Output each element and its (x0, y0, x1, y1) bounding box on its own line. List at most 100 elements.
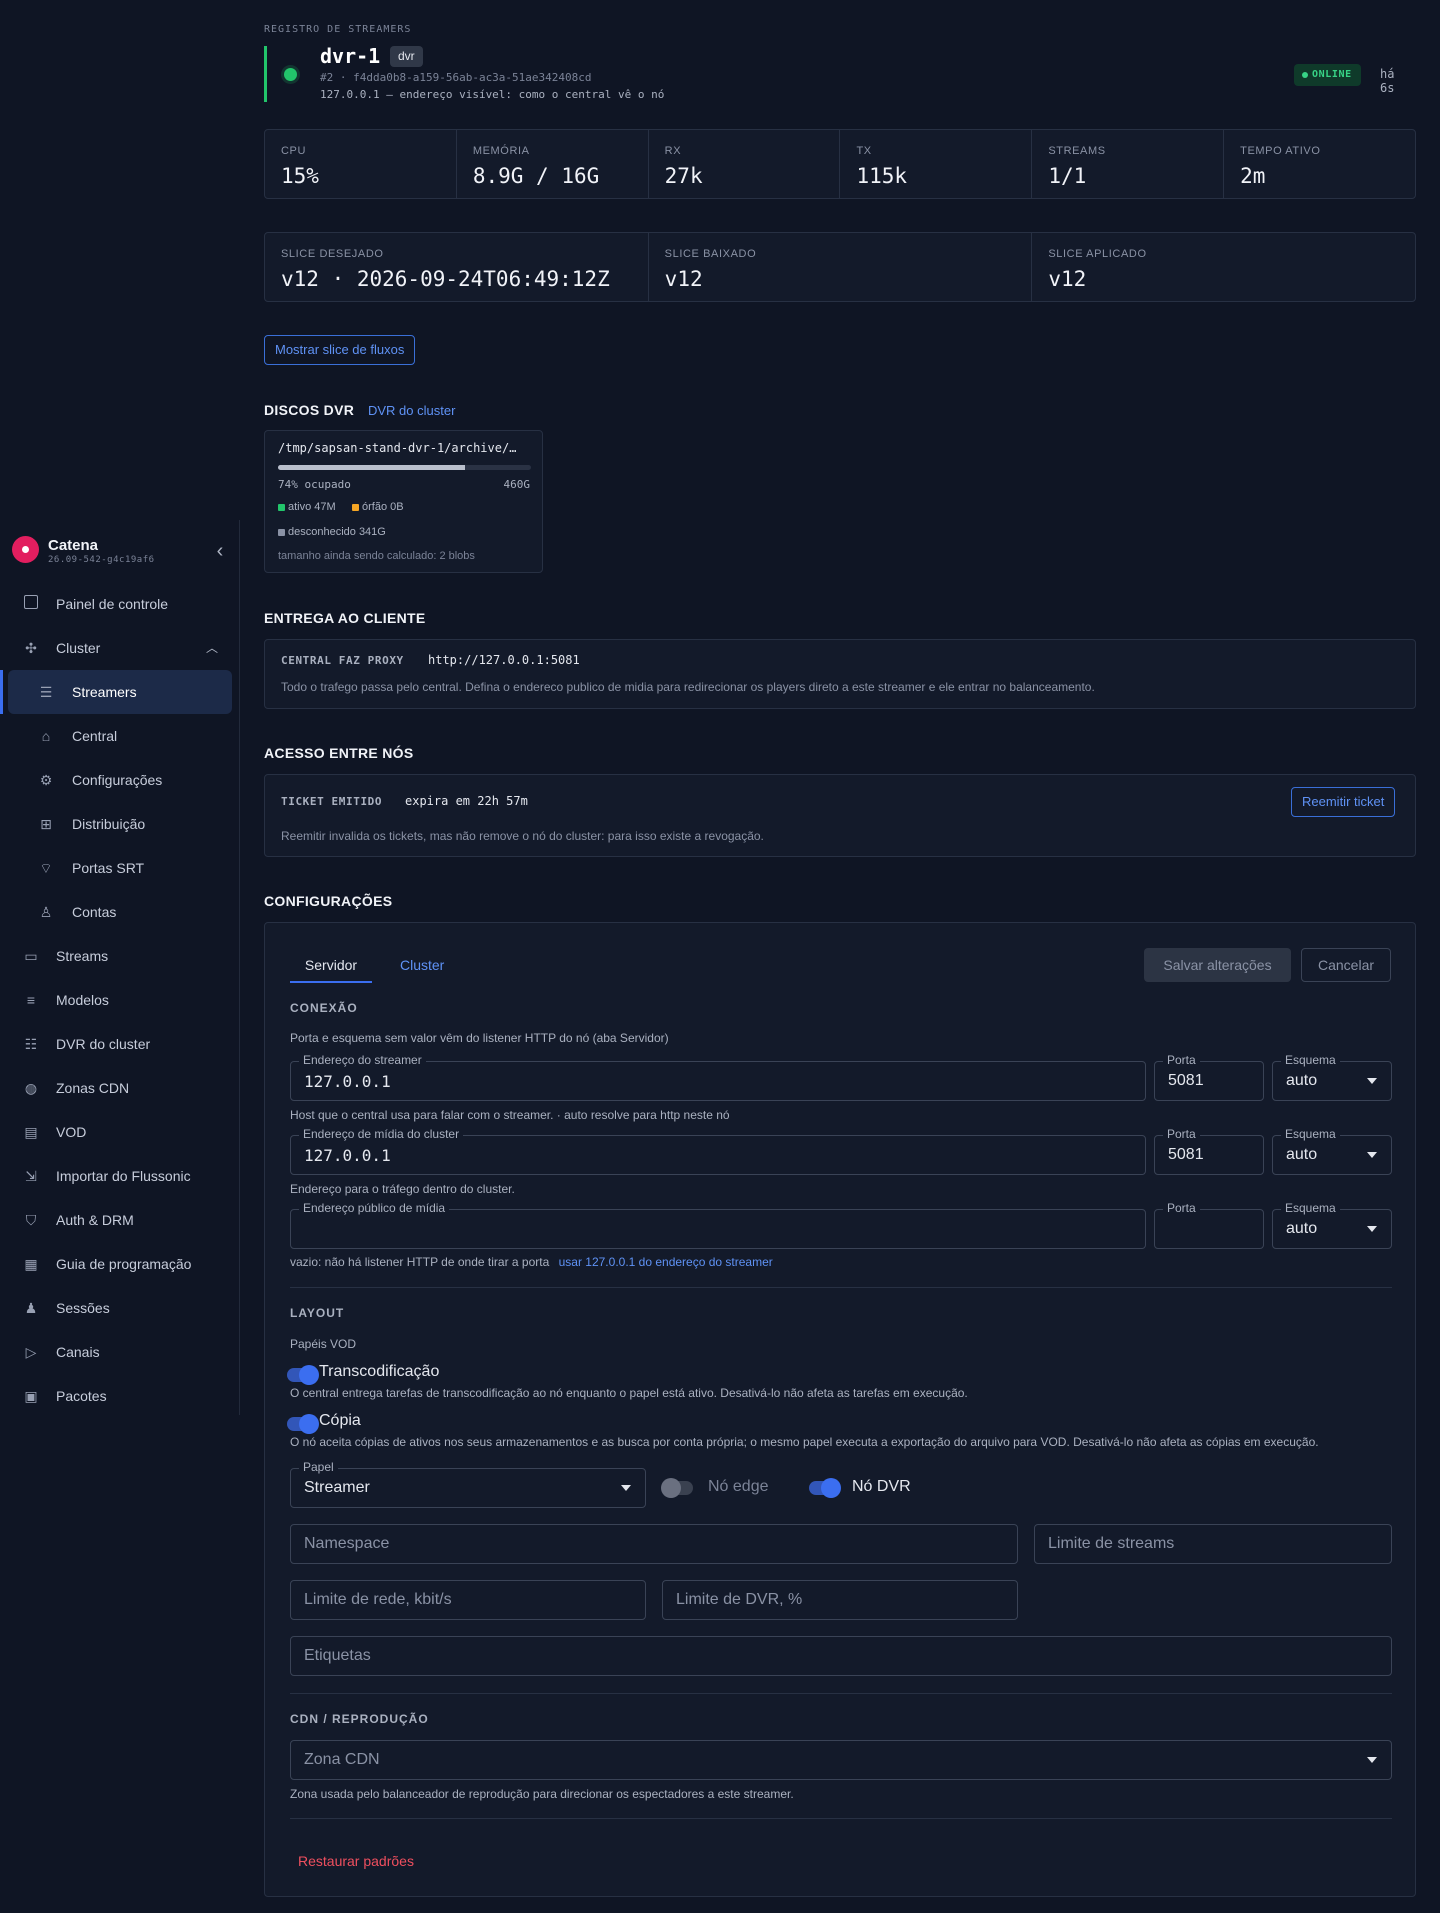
edge-node-toggle[interactable] (661, 1478, 693, 1498)
sidebar-item-vod[interactable]: ▤ VOD (8, 1110, 232, 1154)
monitor-icon: ▭ (24, 948, 38, 964)
node-address: 127.0.0.1 — endereço visível: como o cen… (320, 88, 665, 101)
streamer-port-field[interactable]: Porta 5081 (1154, 1053, 1264, 1101)
sidebar-item-dashboard[interactable]: Painel de controle (8, 582, 232, 626)
gear-icon: ⚙ (39, 772, 53, 788)
chevron-down-icon (1367, 1078, 1377, 1084)
sidebar-item-templates[interactable]: ≡ Modelos (8, 978, 232, 1022)
sidebar: Catena 26.09-542-g4c19af6 ‹ Painel de co… (0, 520, 240, 1415)
delivery-title: ENTREGA AO CLIENTE (264, 610, 426, 626)
stat-uptime: TEMPO ATIVO 2m (1240, 145, 1321, 188)
streamer-scheme-select[interactable]: Esquema auto (1272, 1053, 1392, 1101)
collapse-sidebar-button[interactable]: ‹ (208, 540, 232, 564)
bank-icon: ⌂ (41, 728, 51, 744)
role-badge: dvr (390, 46, 423, 67)
cluster-media-address-field[interactable]: Endereço de mídia do cluster 127.0.0.1 (290, 1127, 1146, 1175)
film-icon: ▤ (24, 1124, 38, 1140)
users-icon: ♙ (39, 904, 53, 920)
edge-node-label: Nó edge (708, 1478, 769, 1495)
use-streamer-address-link[interactable]: usar 127.0.0.1 do endereço do streamer (559, 1255, 773, 1269)
sidebar-nav: Painel de controle ✣ Cluster ︿ ☰ Streamers … (0, 582, 232, 1418)
copy-desc: O nó aceita cópias de ativos nos seus ar… (290, 1435, 1319, 1449)
cancel-button[interactable]: Cancelar (1301, 948, 1391, 982)
public-media-port-field[interactable]: Porta (1154, 1201, 1264, 1249)
shield-icon: ⛉ (25, 1212, 37, 1228)
import-icon: ⇲ (25, 1168, 37, 1184)
legend-active: ativo 47M (278, 501, 336, 513)
slice-desired: SLICE DESEJADO v12 · 2026-09-24T06:49:12Z (265, 233, 649, 301)
sidebar-item-central[interactable]: ⌂ Central (8, 714, 232, 758)
disk-usage-fill (278, 465, 466, 470)
sidebar-item-cdn[interactable]: ◍ Zonas CDN (8, 1066, 232, 1110)
namespace-input[interactable]: Namespace (290, 1524, 1018, 1564)
sliders-icon: ≡ (26, 992, 36, 1008)
network-limit-input[interactable]: Limite de rede, kbit/s (290, 1580, 646, 1620)
sidebar-item-accounts[interactable]: ♙ Contas (8, 890, 232, 934)
catena-logo-icon (12, 536, 39, 563)
cluster-media-port-field[interactable]: Porta 5081 (1154, 1127, 1264, 1175)
show-slice-button[interactable]: Mostrar slice de fluxos (264, 335, 416, 365)
disk-path: /tmp/sapsan-stand-dvr-1/archive/… (278, 441, 517, 455)
public-media-address-field[interactable]: Endereço público de mídia (290, 1201, 1146, 1249)
hierarchy-icon: ⊞ (40, 816, 52, 832)
sidebar-item-cluster[interactable]: ✣ Cluster ︿ (8, 626, 232, 670)
globe-icon: ◍ (24, 1080, 38, 1096)
disk-usage-bar (278, 465, 531, 470)
cluster-media-scheme-select[interactable]: Esquema auto (1272, 1127, 1392, 1175)
sidebar-item-epg[interactable]: ▦ Guia de programação (8, 1242, 232, 1286)
cdn-zone-select[interactable]: Zona CDN (290, 1740, 1392, 1780)
copy-toggle[interactable] (287, 1414, 319, 1434)
delivery-card: CENTRAL FAZ PROXY http://127.0.0.1:5081 … (264, 639, 1416, 709)
sidebar-item-auth[interactable]: ⛉ Auth & DRM (8, 1198, 232, 1242)
public-media-help: vazio: não há listener HTTP de onde tira… (290, 1255, 773, 1269)
slice-downloaded: SLICE BAIXADO v12 (649, 233, 1033, 301)
disk-note: tamanho ainda sendo calculado: 2 blobs (278, 550, 475, 562)
cluster-dvr-link[interactable]: DVR do cluster (368, 403, 455, 418)
restore-defaults-button[interactable]: Restaurar padrões (298, 1853, 414, 1869)
sidebar-item-distribution[interactable]: ⊞ Distribuição (8, 802, 232, 846)
streamer-address-help: Host que o central usa para falar com o … (290, 1108, 730, 1122)
tab-cluster[interactable]: Cluster (400, 953, 444, 983)
sidebar-item-streams[interactable]: ▭ Streams (8, 934, 232, 978)
sidebar-item-streamers[interactable]: ☰ Streamers (0, 670, 232, 714)
slice-applied: SLICE APLICADO v12 (1048, 248, 1147, 291)
sidebar-item-sessions[interactable]: ♟ Sessões (8, 1286, 232, 1330)
delivery-note: Todo o trafego passa pelo central. Defin… (281, 680, 1095, 694)
public-media-scheme-select[interactable]: Esquema auto (1272, 1201, 1392, 1249)
tab-server[interactable]: Servidor (290, 953, 372, 983)
dvr-node-label: Nó DVR (852, 1478, 911, 1495)
legend-orphan: órfão 0B (352, 501, 404, 513)
sidebar-item-packages[interactable]: ▣ Pacotes (8, 1374, 232, 1418)
sidebar-item-srt[interactable]: ⌔ Portas SRT (8, 846, 232, 890)
sidebar-item-channels[interactable]: ▷ Canais (8, 1330, 232, 1374)
access-note: Reemitir invalida os tickets, mas não re… (281, 829, 764, 843)
stat-rx: RX 27k (649, 130, 841, 198)
dvr-limit-input[interactable]: Limite de DVR, % (662, 1580, 1018, 1620)
chevron-down-icon (1367, 1152, 1377, 1158)
dvr-node-toggle[interactable] (809, 1478, 841, 1498)
sidebar-item-cluster-dvr[interactable]: ☷ DVR do cluster (8, 1022, 232, 1066)
sidebar-item-flussonic[interactable]: ⇲ Importar do Flussonic (8, 1154, 232, 1198)
reissue-ticket-button[interactable]: Reemitir ticket (1291, 787, 1396, 817)
connection-hint: Porta e esquema sem valor vêm do listene… (290, 1031, 669, 1045)
brand: Catena 26.09-542-g4c19af6 ‹ (10, 530, 230, 566)
cdn-zone-help: Zona usada pelo balanceador de reproduçã… (290, 1787, 794, 1801)
streamer-address-field[interactable]: Endereço do streamer 127.0.0.1 (290, 1053, 1146, 1101)
sidebar-item-settings[interactable]: ⚙ Configurações (8, 758, 232, 802)
slices-panel: SLICE DESEJADO v12 · 2026-09-24T06:49:12Z… (264, 232, 1416, 302)
legend-unknown: desconhecido 341G (278, 526, 386, 538)
divider (290, 1818, 1392, 1819)
cluster-media-help: Endereço para o tráfego dentro do cluste… (290, 1182, 515, 1196)
transcode-toggle[interactable] (287, 1365, 319, 1385)
chevron-down-icon (1367, 1757, 1377, 1763)
stat-streams: STREAMS 1/1 (1032, 130, 1225, 198)
save-button[interactable]: Salvar alterações (1144, 948, 1291, 982)
stat-tx: TX 115k (840, 130, 1033, 198)
stats-panel: CPU 15% MEMÓRIA 8.9G / 16G RX 27k TX 115k ST… (264, 129, 1416, 199)
tags-input[interactable]: Etiquetas (290, 1636, 1392, 1676)
delivery-key: CENTRAL FAZ PROXY (281, 654, 404, 667)
disk-card[interactable]: /tmp/sapsan-stand-dvr-1/archive/… 74% oc… (264, 430, 543, 573)
role-select[interactable]: Papel Streamer (290, 1460, 646, 1508)
breadcrumb: REGISTRO DE STREAMERS (264, 24, 412, 35)
stream-limit-input[interactable]: Limite de streams (1034, 1524, 1392, 1564)
